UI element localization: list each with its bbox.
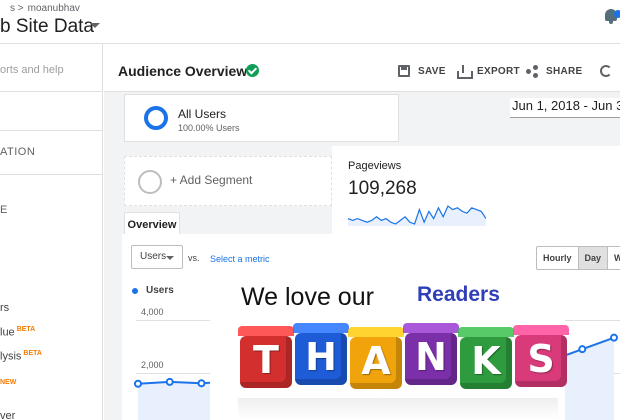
- sidebar-divider: [0, 174, 102, 175]
- share-icon: [526, 65, 538, 78]
- data-point[interactable]: [165, 377, 174, 386]
- granularity-hourly-button[interactable]: Hourly: [537, 247, 579, 269]
- metric-label: Pageviews: [348, 160, 402, 172]
- series-legend-dot: [132, 288, 138, 294]
- sidebar-item-fragment[interactable]: E: [0, 204, 7, 216]
- segment-subtitle: 100.00% Users: [178, 123, 240, 133]
- beta-badge: BETA: [16, 326, 36, 333]
- sidebar-item-lifetime-value[interactable]: lue BETA: [0, 326, 35, 339]
- cube-letter: K: [471, 339, 501, 383]
- data-point[interactable]: [134, 379, 142, 388]
- tab-overview[interactable]: Overview: [124, 212, 180, 236]
- granularity-day-button[interactable]: Day: [578, 247, 609, 269]
- series-legend-label: Users: [146, 285, 174, 296]
- banner-accent-text: Readers: [417, 283, 500, 306]
- page-title: Audience Overview: [118, 63, 248, 79]
- sidebar: orts and help ATION E rs lue BETA lysis BE…: [0, 44, 103, 420]
- letter-cube: H: [295, 333, 347, 385]
- breadcrumb[interactable]: s > moanubhav: [10, 3, 80, 14]
- pageviews-sparkline: [348, 205, 486, 226]
- sidebar-item-label: rs: [0, 302, 10, 314]
- refresh-button[interactable]: [600, 63, 612, 79]
- sidebar-section-heading: ATION: [0, 146, 36, 158]
- property-selector-title[interactable]: b Site Data: [0, 16, 94, 38]
- top-header: s > moanubhav b Site Data: [0, 0, 620, 44]
- data-point[interactable]: [610, 333, 618, 342]
- save-label: SAVE: [418, 65, 446, 77]
- export-label: EXPORT: [477, 65, 520, 77]
- letter-cube: S: [515, 335, 567, 387]
- segment-name: All Users: [178, 107, 227, 121]
- segment-ring-icon: [138, 170, 162, 194]
- refresh-icon: [600, 65, 612, 77]
- metric-value: 109,268: [348, 178, 417, 199]
- vs-label: vs.: [188, 253, 200, 263]
- letter-cube: K: [460, 337, 512, 389]
- sidebar-item-label: lue: [0, 326, 15, 339]
- cube-reflection: [238, 398, 558, 420]
- save-icon: [398, 65, 410, 77]
- cube-letter: A: [361, 339, 391, 383]
- data-point[interactable]: [197, 379, 206, 388]
- sidebar-item-users[interactable]: rs: [0, 302, 9, 314]
- sidebar-item-cohort-analysis[interactable]: lysis BETA: [0, 350, 42, 363]
- share-button[interactable]: SHARE: [526, 63, 583, 79]
- metric-select-value: Users: [140, 251, 167, 262]
- save-button[interactable]: SAVE: [398, 63, 446, 79]
- chevron-down-icon: [166, 256, 174, 260]
- bell-icon[interactable]: [604, 9, 620, 25]
- sidebar-item-user-explorer[interactable]: ver: [0, 410, 15, 420]
- segment-ring-icon: [144, 106, 168, 130]
- beta-badge: BETA: [23, 350, 42, 357]
- cube-letter: H: [305, 335, 337, 379]
- sidebar-item-new[interactable]: NEW: [0, 375, 16, 387]
- letter-cube: A: [350, 337, 402, 389]
- sidebar-item-label: ver: [0, 410, 16, 420]
- cube-letter: T: [253, 338, 279, 382]
- thanks-readers-banner: We love our Readers THANKS: [210, 273, 567, 420]
- export-icon: [457, 65, 473, 79]
- export-button[interactable]: EXPORT: [457, 63, 520, 79]
- sidebar-divider: [0, 130, 102, 131]
- metric-select[interactable]: Users: [131, 245, 183, 269]
- data-point[interactable]: [578, 345, 587, 354]
- granularity-week-button[interactable]: We: [608, 247, 620, 269]
- cube-letter: S: [527, 337, 555, 381]
- segment-all-users[interactable]: All Users 100.00% Users: [124, 94, 399, 142]
- letter-cube: N: [405, 333, 457, 385]
- report-header: Audience Overview SAVE EXPORT SHARE: [104, 44, 620, 92]
- sidebar-divider: [0, 91, 102, 92]
- date-range-picker[interactable]: Jun 1, 2018 - Jun 30, 2018: [510, 98, 620, 118]
- add-segment-button[interactable]: + Add Segment: [124, 156, 332, 206]
- share-label: SHARE: [546, 65, 583, 77]
- banner-headline: We love our: [241, 283, 374, 311]
- letter-cube: T: [240, 336, 292, 388]
- select-metric-link[interactable]: Select a metric: [210, 254, 270, 264]
- granularity-buttons: Hourly Day We: [536, 246, 620, 270]
- verified-check-icon: [246, 64, 259, 77]
- breadcrumb-prefix: s >: [10, 3, 24, 14]
- breadcrumb-account[interactable]: moanubhav: [28, 3, 80, 14]
- cube-letter: N: [415, 335, 447, 379]
- notification-badge: [614, 10, 620, 18]
- new-badge: NEW: [0, 379, 17, 386]
- chevron-down-icon[interactable]: [90, 23, 100, 28]
- metric-card: Pageviews 109,268: [332, 146, 620, 242]
- sidebar-item-label: lysis: [0, 350, 22, 363]
- add-segment-label: + Add Segment: [170, 173, 253, 187]
- sidebar-search-input[interactable]: orts and help: [0, 64, 64, 76]
